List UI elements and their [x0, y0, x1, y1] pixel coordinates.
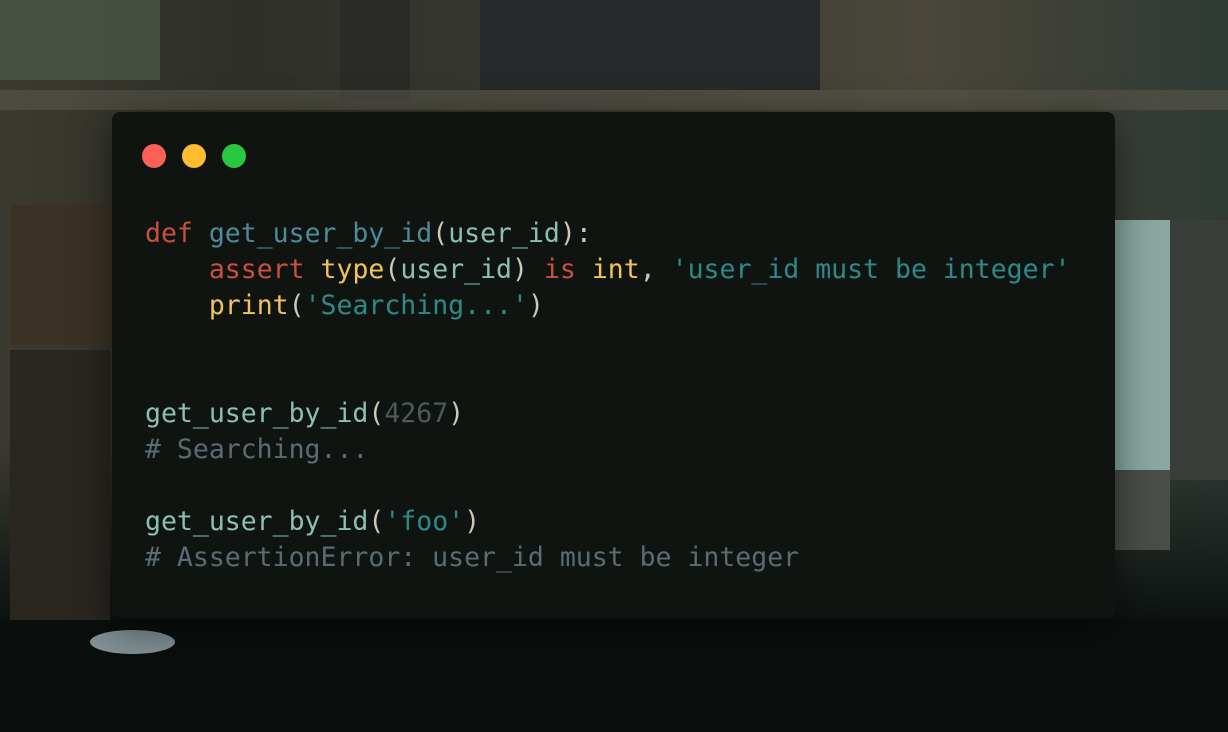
code-token-punct: ,	[639, 254, 672, 285]
close-button[interactable]	[142, 144, 166, 168]
code-token-punct	[145, 290, 209, 321]
code-line: get_user_by_id(4267)	[145, 396, 1070, 432]
code-token-punct: ):	[559, 218, 592, 249]
code-token-punct	[193, 218, 209, 249]
code-line: print('Searching...')	[145, 288, 1070, 324]
code-token-string: 'user_id must be integer'	[671, 254, 1071, 285]
code-token-punct	[305, 254, 321, 285]
code-token-builtin: type	[320, 254, 385, 285]
code-token-number: 4267	[384, 398, 449, 429]
code-token-name: user_id	[400, 254, 513, 285]
code-token-punct	[145, 254, 209, 285]
code-line: def get_user_by_id(user_id):	[145, 216, 1070, 252]
code-token-punct: (	[384, 254, 401, 285]
code-line: assert type(user_id) is int, 'user_id mu…	[145, 252, 1071, 288]
code-line: get_user_by_id('foo')	[145, 504, 1070, 540]
code-token-name: user_id	[448, 218, 560, 249]
code-line: # Searching...	[145, 432, 1070, 468]
code-token-punct: )	[527, 290, 544, 321]
code-token-punct	[576, 254, 592, 285]
code-token-punct: (	[288, 290, 305, 321]
code-token-name: get_user_by_id	[145, 398, 369, 429]
code-token-punct: )	[464, 506, 481, 537]
code-token-builtin: int	[591, 254, 640, 285]
code-token-name: get_user_by_id	[145, 506, 369, 537]
code-token-punct: (	[368, 398, 385, 429]
maximize-button[interactable]	[222, 144, 246, 168]
code-token-punct: (	[368, 506, 385, 537]
code-token-string: 'Searching...'	[304, 290, 528, 321]
code-block: def get_user_by_id(user_id): assert type…	[145, 216, 1070, 576]
code-token-keyword: assert	[208, 254, 305, 285]
code-token-string: 'foo'	[384, 506, 465, 537]
code-token-comment: # Searching...	[145, 434, 369, 465]
code-line: # AssertionError: user_id must be intege…	[145, 540, 1070, 576]
code-token-builtin: print	[208, 290, 289, 321]
code-token-keyword: def	[145, 218, 193, 249]
code-token-function: get_user_by_id	[208, 218, 433, 249]
code-token-comment: # AssertionError: user_id must be intege…	[145, 542, 800, 573]
code-token-punct: (	[432, 218, 449, 249]
code-token-keyword: is	[543, 254, 576, 285]
code-window: def get_user_by_id(user_id): assert type…	[112, 112, 1115, 618]
code-token-punct: )	[512, 254, 544, 285]
minimize-button[interactable]	[182, 144, 206, 168]
code-token-punct: )	[448, 398, 465, 429]
